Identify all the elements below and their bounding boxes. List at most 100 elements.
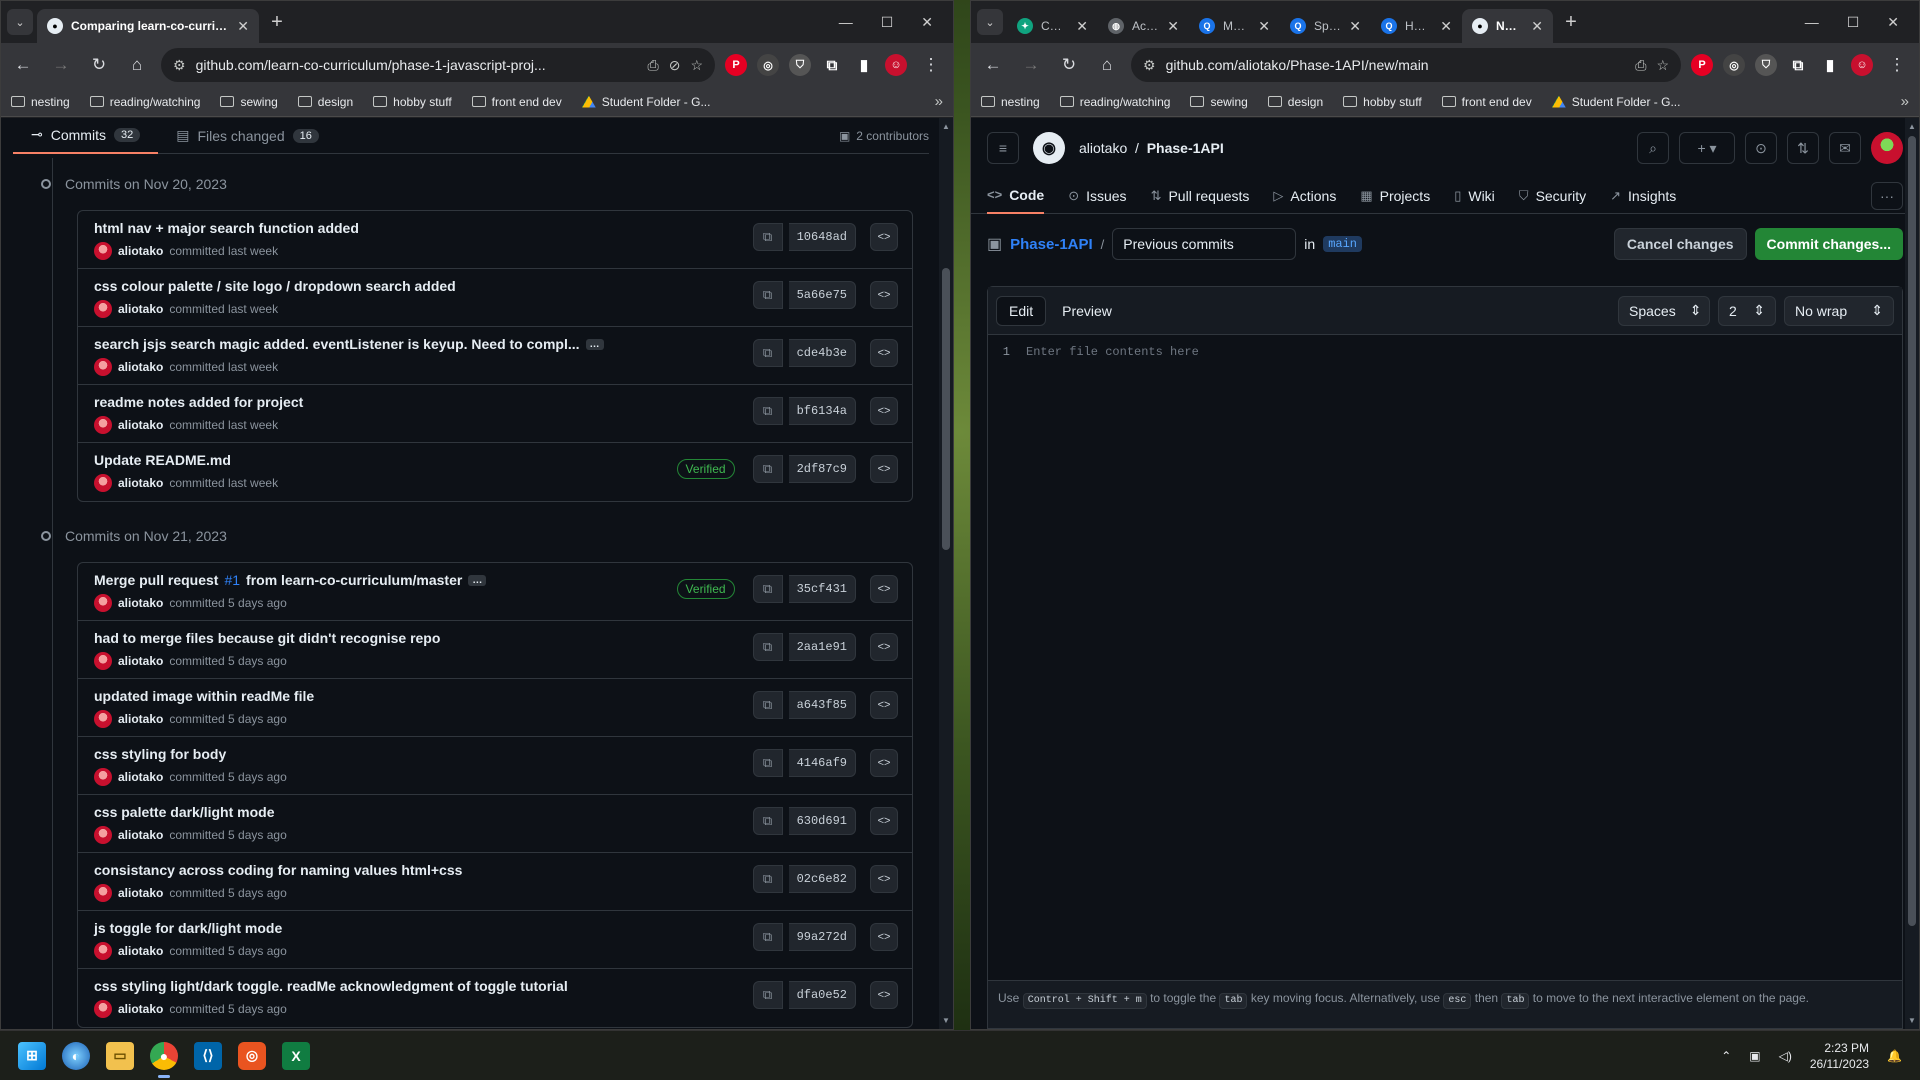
copy-sha-icon[interactable]: ⧉ [752,865,783,893]
author-avatar[interactable] [94,416,112,434]
author-avatar[interactable] [94,768,112,786]
search-icon[interactable]: ⌕ [1637,132,1669,164]
user-avatar[interactable] [1871,132,1903,164]
commit-title[interactable]: had to merge files because git didn't re… [94,630,440,646]
browser-tab[interactable]: ● New Fil ✕ [1462,9,1553,43]
edge-icon[interactable]: ◐ [62,1041,90,1070]
commit-sha-link[interactable]: bf6134a [788,397,856,425]
new-tab-button[interactable]: + [1557,8,1585,36]
verified-badge[interactable]: Verified [676,579,735,599]
author-avatar[interactable] [94,594,112,612]
commit-title[interactable]: consistancy across coding for naming val… [94,862,462,878]
issues-icon[interactable]: ⊙ [1745,132,1777,164]
notification-bell-icon[interactable]: 🔔 [1887,1049,1902,1063]
author-name[interactable]: aliotako [118,770,163,784]
file-tree-icon[interactable]: ▣ [987,234,1002,254]
browser-tab[interactable]: ◍ Academ ✕ [1098,9,1189,43]
commit-title[interactable]: css styling for body [94,746,226,762]
author-name[interactable]: aliotako [118,944,163,958]
reload-icon[interactable]: ↻ [1055,51,1083,79]
puzzle-icon[interactable]: ⧉ [1787,54,1809,76]
bookmark-reading[interactable]: reading/watching [1059,95,1170,109]
new-tab-button[interactable]: + [263,8,291,36]
repo-nav-security[interactable]: ⛉ Security [1519,178,1586,214]
bookmark-sewing[interactable]: sewing [220,95,278,109]
repo-link[interactable]: Phase-1API [1147,140,1224,156]
close-tab-icon[interactable]: ✕ [1349,18,1361,35]
author-avatar[interactable] [94,942,112,960]
author-name[interactable]: aliotako [118,476,163,490]
tab-search-button[interactable]: ⌄ [977,9,1003,35]
bookmark-student[interactable]: Student Folder - G... [581,95,710,109]
commit-title[interactable]: Merge pull request [94,572,218,588]
forward-icon[interactable]: → [1017,51,1045,79]
author-name[interactable]: aliotako [118,596,163,610]
author-avatar[interactable] [94,826,112,844]
commit-sha-link[interactable]: 02c6e82 [788,865,856,893]
author-name[interactable]: aliotako [118,886,163,900]
bookmark-nesting[interactable]: nesting [981,95,1040,109]
commit-title[interactable]: search jsjs search magic added. eventLis… [94,336,580,352]
author-avatar[interactable] [94,1000,112,1018]
author-name[interactable]: aliotako [118,418,163,432]
site-info-icon[interactable]: ⚙ [173,57,186,74]
scrollbar[interactable]: ▲ ▼ [939,118,953,1029]
browser-tab[interactable]: Q Spotify ✕ [1280,9,1371,43]
pinterest-icon[interactable]: P [1691,54,1713,76]
copy-sha-icon[interactable]: ⧉ [752,923,783,951]
commit-sha-link[interactable]: 10648ad [788,223,856,251]
install-icon[interactable]: ⎙ [1635,57,1646,74]
author-name[interactable]: aliotako [118,302,163,316]
close-tab-icon[interactable]: ✕ [1440,18,1452,35]
owner-link[interactable]: aliotako [1079,140,1127,156]
commit-title[interactable]: css colour palette / site logo / dropdow… [94,278,456,294]
maximize-button[interactable]: ☐ [1847,14,1860,31]
inbox-icon[interactable]: ✉ [1829,132,1861,164]
extension-icon[interactable]: ◎ [757,54,779,76]
tab-comparing[interactable]: ● Comparing learn-co-curriculum ✕ [37,9,259,43]
browse-repo-icon[interactable]: <> [870,397,898,425]
tab-commits[interactable]: ⊸ Commits 32 [13,118,159,154]
filename-input[interactable]: Previous commits [1112,228,1297,260]
shield-icon[interactable]: ⛉ [789,54,811,76]
reload-icon[interactable]: ↻ [85,51,113,79]
scroll-down-icon[interactable]: ▼ [939,1016,953,1025]
edit-tab[interactable]: Edit [996,295,1047,326]
sidepanel-icon[interactable]: ▮ [853,54,875,76]
browse-repo-icon[interactable]: <> [870,455,898,483]
author-name[interactable]: aliotako [118,244,163,258]
home-icon[interactable]: ⌂ [1093,51,1121,79]
repo-nav-pull-requests[interactable]: ⇅ Pull requests [1151,178,1250,214]
bookmark-reading[interactable]: reading/watching [89,95,200,109]
repo-nav-wiki[interactable]: ▯ Wiki [1454,178,1495,214]
commit-sha-link[interactable]: 2aa1e91 [788,633,856,661]
commit-title[interactable]: js toggle for dark/light mode [94,920,282,936]
close-tab-icon[interactable]: ✕ [1258,18,1270,35]
pr-link[interactable]: #1 [224,572,240,588]
path-repo-link[interactable]: Phase-1API [1010,236,1093,253]
browse-repo-icon[interactable]: <> [870,223,898,251]
bookmark-nesting[interactable]: nesting [11,95,70,109]
author-avatar[interactable] [94,474,112,492]
address-bar[interactable]: ⚙ github.com/aliotako/Phase-1API/new/mai… [1131,48,1681,82]
copy-sha-icon[interactable]: ⧉ [752,223,783,251]
expand-message-button[interactable]: … [585,338,604,350]
expand-message-button[interactable]: … [468,574,487,586]
cancel-changes-button[interactable]: Cancel changes [1613,228,1747,260]
commit-title[interactable]: css palette dark/light mode [94,804,275,820]
repo-nav-insights[interactable]: ↗ Insights [1610,178,1676,214]
minimize-button[interactable]: — [839,14,853,31]
indent-size-select[interactable]: 2 ⇕ [1718,295,1776,326]
more-bookmarks-icon[interactable]: » [1901,93,1909,110]
copy-sha-icon[interactable]: ⧉ [752,397,783,425]
commit-changes-button[interactable]: Commit changes... [1754,228,1903,260]
close-window-button[interactable]: ✕ [921,14,933,31]
commit-sha-link[interactable]: 99a272d [788,923,856,951]
file-explorer-icon[interactable]: ▭ [106,1041,134,1070]
home-icon[interactable]: ⌂ [123,51,151,79]
browse-repo-icon[interactable]: <> [870,807,898,835]
author-name[interactable]: aliotako [118,654,163,668]
vscode-icon[interactable]: ⟨⟩ [194,1041,222,1070]
more-nav-icon[interactable]: ··· [1871,181,1903,210]
bookmark-design[interactable]: design [297,95,353,109]
